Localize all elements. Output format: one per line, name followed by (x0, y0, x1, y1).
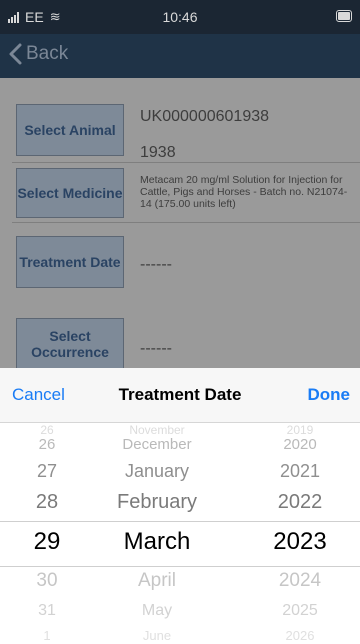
day-option[interactable]: 26 (18, 423, 76, 437)
year-selected[interactable]: 2023 (250, 528, 350, 556)
day-option[interactable]: 30 (18, 570, 76, 592)
month-selected[interactable]: March (92, 528, 222, 556)
treatment-date-button[interactable]: Treatment Date (16, 236, 124, 288)
navigation-bar: Back (0, 34, 360, 78)
occurrence-row: Select Occurrence ------ (12, 296, 360, 370)
month-option[interactable]: June (92, 628, 222, 643)
month-option[interactable]: December (92, 436, 222, 453)
day-option[interactable]: 31 (18, 602, 76, 620)
day-option[interactable]: 1 (18, 628, 76, 643)
battery-icon (336, 10, 352, 22)
year-option[interactable]: 2026 (250, 628, 350, 643)
day-option[interactable]: 27 (18, 461, 76, 482)
date-wheels: 26 26 27 28 29 30 31 1 November December… (0, 423, 360, 644)
year-option[interactable]: 2025 (250, 602, 350, 620)
animal-row: Select Animal UK000000601938 1938 (12, 96, 360, 163)
back-button[interactable]: Back (6, 42, 68, 66)
animal-number: 1938 (140, 144, 176, 161)
select-occurrence-button[interactable]: Select Occurrence (16, 318, 124, 370)
day-option[interactable]: 26 (18, 436, 76, 453)
picker-title: Treatment Date (118, 385, 242, 404)
year-option[interactable]: 2019 (250, 423, 350, 437)
month-option[interactable]: May (92, 602, 222, 620)
month-option[interactable]: November (92, 423, 222, 437)
day-option[interactable]: 28 (18, 491, 76, 514)
date-picker-sheet: Cancel Treatment Date Done 26 26 27 28 2… (0, 368, 360, 644)
chevron-left-icon (9, 43, 22, 65)
animal-tag: UK000000601938 (140, 108, 270, 125)
day-selected[interactable]: 29 (18, 528, 76, 556)
select-animal-button[interactable]: Select Animal (16, 104, 124, 156)
done-button[interactable]: Done (308, 385, 351, 405)
month-option[interactable]: April (92, 570, 222, 592)
back-label: Back (26, 43, 69, 64)
year-option[interactable]: 2024 (250, 570, 350, 592)
select-medicine-button[interactable]: Select Medicine (16, 168, 124, 218)
year-option[interactable]: 2020 (250, 436, 350, 453)
status-bar: EE ≋ 10:46 (0, 0, 360, 34)
year-option[interactable]: 2021 (250, 461, 350, 482)
treatment-form: Select Animal UK000000601938 1938 Select… (0, 78, 360, 370)
month-option[interactable]: February (92, 491, 222, 514)
year-option[interactable]: 2022 (250, 491, 350, 514)
medicine-description: Metacam 20 mg/ml Solution for Injection … (140, 174, 348, 210)
medicine-row: Select Medicine Metacam 20 mg/ml Solutio… (12, 162, 360, 223)
treatment-date-row: Treatment Date ------ (12, 222, 360, 296)
treatment-date-value: ------ (140, 256, 172, 273)
picker-toolbar: Cancel Treatment Date Done (0, 368, 360, 423)
month-option[interactable]: January (92, 461, 222, 482)
occurrence-value: ------ (140, 340, 172, 357)
status-time: 10:46 (162, 9, 198, 25)
